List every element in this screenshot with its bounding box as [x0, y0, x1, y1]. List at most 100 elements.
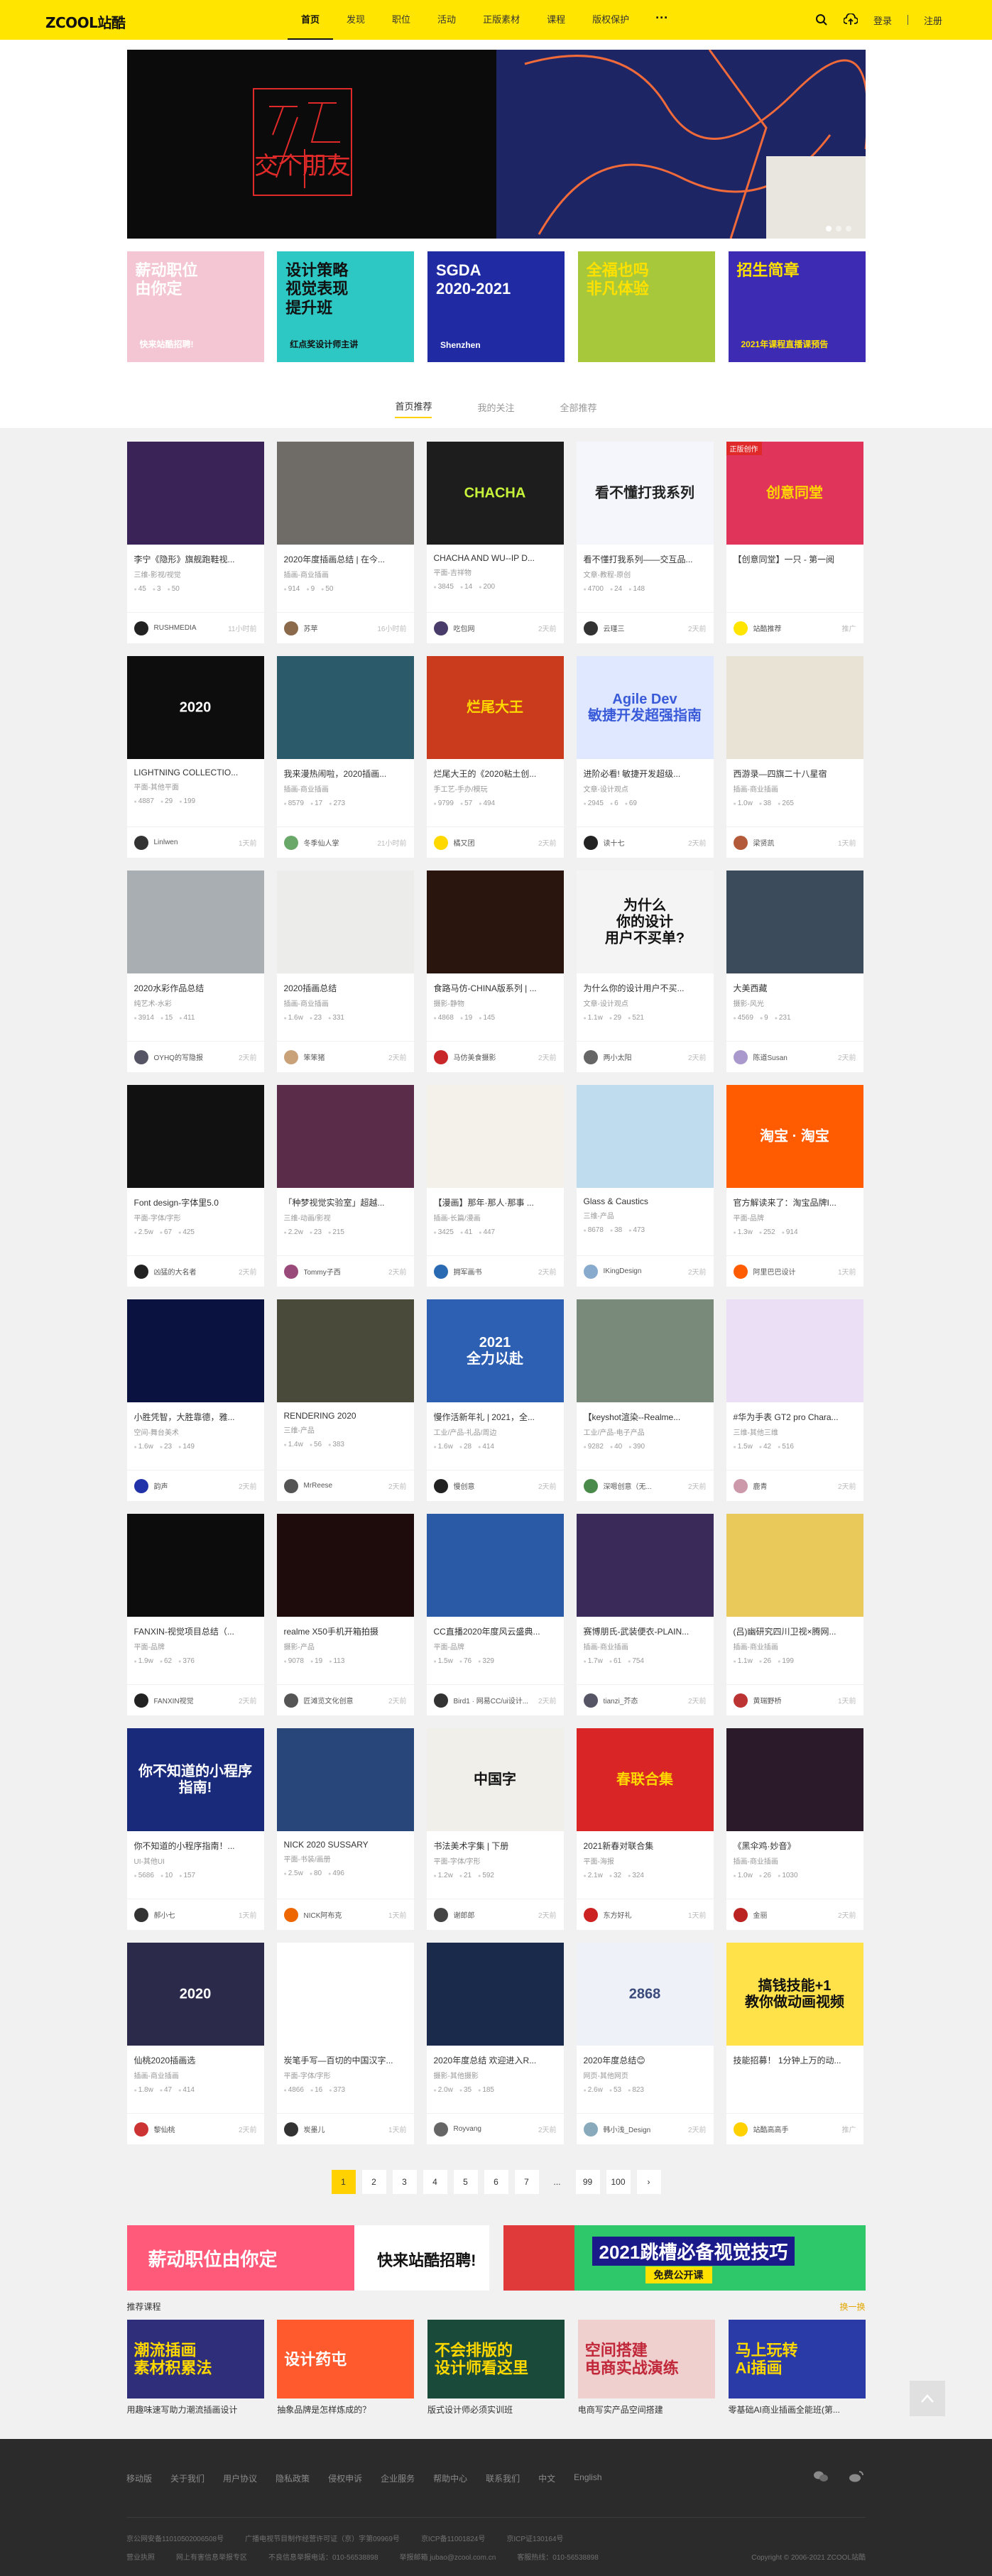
carousel-dot[interactable]	[845, 226, 851, 231]
page-button[interactable]: 4	[423, 2170, 447, 2194]
author-name[interactable]: 读十七	[604, 837, 688, 848]
avatar[interactable]	[583, 835, 598, 850]
course-card[interactable]: 马上玩转 Ai插画 零基础AI商业插画全能班(第...	[728, 2320, 866, 2416]
upload-icon[interactable]	[843, 13, 858, 26]
work-card[interactable]: 2020年度总结 欢迎进入R... 摄影-其他摄影 2.0w 35 185 Royvang…	[426, 1943, 564, 2144]
site-logo[interactable]: ZCOOL站酷	[45, 11, 126, 32]
nav-events[interactable]: 活动	[424, 0, 469, 40]
work-title[interactable]: 西游录—四旗二十八星宿	[726, 759, 863, 780]
work-title[interactable]: LIGHTNING COLLECTIO...	[127, 759, 264, 777]
work-title[interactable]: Font design-字体里5.0	[127, 1188, 264, 1208]
author-name[interactable]: 黎仙桃	[154, 2124, 239, 2134]
work-card[interactable]: 看不懂打我系列看不懂打我系列——交互品... 文章-教程-原创 4700 24 148 云…	[576, 442, 714, 643]
course-thumbnail[interactable]: 潮流插画 素材积累法	[126, 2320, 264, 2398]
footer-lang-en[interactable]: English	[574, 2472, 601, 2484]
author-name[interactable]: 深嗯创意（无...	[604, 1480, 688, 1491]
work-title[interactable]: 2020年度插画总结 | 在今...	[277, 545, 414, 565]
work-thumbnail[interactable]: 为什么 你的设计 用户不买单?	[576, 871, 714, 973]
avatar[interactable]	[733, 835, 748, 850]
work-thumbnail[interactable]: 2868	[576, 1943, 714, 2046]
work-card[interactable]: 烂尾大王烂尾大王的《2020粘土创... 手工艺-手办/模玩 9799 57 494 橘又…	[426, 656, 564, 858]
footer-business-license[interactable]: 营业执照	[126, 2551, 155, 2562]
author-name[interactable]: 笨笨猪	[304, 1052, 388, 1062]
avatar[interactable]	[433, 1693, 448, 1708]
avatar[interactable]	[133, 2122, 148, 2136]
work-thumbnail[interactable]: 正版创作 创意同堂	[726, 442, 863, 545]
avatar[interactable]	[583, 1693, 598, 1708]
author-name[interactable]: 韵声	[154, 1480, 239, 1491]
course-thumbnail[interactable]: 不会排版的 设计师看这里	[427, 2320, 565, 2398]
carousel-dot[interactable]	[835, 226, 841, 231]
footer-icp-record[interactable]: 京ICP备11001824号	[421, 2533, 485, 2543]
work-card[interactable]: 2020 LIGHTNING COLLECTIO... 平面-其他平面 4887 29 1…	[126, 656, 264, 858]
work-title[interactable]: 大美西藏	[726, 973, 863, 994]
avatar[interactable]	[133, 835, 148, 850]
footer-link-about[interactable]: 关于我们	[170, 2472, 205, 2484]
work-thumbnail[interactable]: 你不知道的小程序指南!	[126, 1728, 264, 1831]
work-thumbnail[interactable]	[276, 1728, 414, 1831]
work-thumbnail[interactable]: 烂尾大王	[426, 656, 564, 759]
avatar[interactable]	[433, 1907, 448, 1922]
work-title[interactable]: 看不懂打我系列——交互品...	[577, 545, 714, 565]
work-card[interactable]: 食路马仿-CHINA版系列 | ... 摄影-静物 4868 19 145 马仿美食摄影2…	[426, 871, 564, 1072]
work-card[interactable]: 大美西藏摄影-风光 4569 9 231 陈道Susan2天前	[726, 871, 863, 1072]
work-card[interactable]: 小胜凭智，大胜靠德，雅... 空间-舞台美术 1.6w 23 149 韵声2天前	[126, 1299, 264, 1501]
nav-courses[interactable]: 课程	[533, 0, 579, 40]
work-card[interactable]: 赛博朋氏-武装便衣-PLAIN... 插画-商业插画 1.7w 61 754 tianzi…	[576, 1514, 714, 1715]
register-link[interactable]: 注册	[924, 13, 942, 27]
work-title[interactable]: 2021新春对联合集	[577, 1831, 714, 1852]
promo-card[interactable]: 全福也吗 非凡体验	[577, 251, 715, 362]
work-thumbnail[interactable]: 2021 全力以赴	[426, 1299, 564, 1402]
work-thumbnail[interactable]: 中国字	[426, 1728, 564, 1831]
author-name[interactable]: 冬季仙人掌	[304, 837, 378, 848]
avatar[interactable]	[433, 1264, 448, 1279]
promo-card[interactable]: SGDA 2020-2021 Shenzhen	[427, 251, 565, 362]
work-thumbnail[interactable]	[576, 1299, 714, 1402]
course-banner[interactable]: 2021跳槽必备视觉技巧 免费公开课	[503, 2225, 866, 2291]
work-title[interactable]: 书法美术字集 | 下册	[427, 1831, 564, 1852]
author-name[interactable]: 韩小浅_Design	[604, 2124, 688, 2134]
work-card[interactable]: 「种梦视觉实验室」超越... 三维-动画/影视 2.2w 23 215 Tommy子西2天…	[276, 1085, 414, 1287]
work-card[interactable]: 西游录—四旗二十八星宿插画-商业插画 1.0w 38 265 梁贤凯1天前	[726, 656, 863, 858]
recruit-banner[interactable]: 薪动职位由你定 快来站酷招聘!	[126, 2225, 489, 2291]
avatar[interactable]	[583, 1907, 598, 1922]
avatar[interactable]	[133, 1264, 148, 1279]
avatar[interactable]	[433, 835, 448, 850]
avatar[interactable]	[583, 1049, 598, 1064]
work-title[interactable]: 【漫画】那年·那人·那事 ...	[427, 1188, 564, 1208]
avatar[interactable]	[283, 1907, 298, 1922]
avatar[interactable]	[133, 621, 148, 635]
work-thumbnail[interactable]	[276, 1085, 414, 1188]
avatar[interactable]	[733, 1907, 748, 1922]
course-title[interactable]: 零基础AI商业插画全能班(第...	[729, 2403, 866, 2416]
work-thumbnail[interactable]	[726, 1299, 863, 1402]
work-title[interactable]: 为什么你的设计用户不买...	[577, 973, 714, 994]
work-thumbnail[interactable]: 搞钱技能+1 教你做动画视频	[726, 1943, 863, 2046]
page-button[interactable]: 6	[484, 2170, 508, 2194]
avatar[interactable]	[583, 1264, 598, 1279]
work-thumbnail[interactable]: 春联合集	[576, 1728, 714, 1831]
work-thumbnail[interactable]	[276, 871, 414, 973]
work-title[interactable]: 慢作活新年礼 | 2021，全...	[427, 1402, 564, 1423]
work-card[interactable]: 2020水彩作品总结纯艺术-水彩 3914 15 411 OYHQ的写隐报2天前	[126, 871, 264, 1072]
course-title[interactable]: 电商写实产品空间搭建	[578, 2403, 715, 2416]
work-title[interactable]: #华为手表 GT2 pro Chara...	[726, 1402, 863, 1423]
footer-icp-license[interactable]: 京ICP证130164号	[506, 2533, 563, 2543]
work-thumbnail[interactable]: 2020	[126, 1943, 264, 2046]
avatar[interactable]	[583, 2122, 598, 2136]
work-thumbnail[interactable]	[726, 871, 863, 973]
work-thumbnail[interactable]: 淘宝 · 淘宝	[726, 1085, 863, 1188]
work-card[interactable]: Glass & Caustics 三维-产品 8678 38 473 IKingDesig…	[576, 1085, 714, 1287]
work-card[interactable]: #华为手表 GT2 pro Chara... 三维-其他三维 1.5w 42 516 鹿青…	[726, 1299, 863, 1501]
avatar[interactable]	[733, 1049, 748, 1064]
avatar[interactable]	[283, 1264, 298, 1279]
work-title[interactable]: 仙桃2020插画选	[127, 2046, 264, 2066]
author-name[interactable]: Bird1 · 网易CC/ui设计...	[454, 1695, 538, 1705]
footer-link-terms[interactable]: 用户协议	[223, 2472, 257, 2484]
avatar[interactable]	[733, 2122, 748, 2136]
author-name[interactable]: 阿里巴巴设计	[753, 1266, 838, 1277]
work-title[interactable]: 2020水彩作品总结	[127, 973, 264, 994]
course-title[interactable]: 用趣味速写助力潮流插画设计	[127, 2403, 264, 2416]
work-title[interactable]: 进阶必看! 敏捷开发超级...	[577, 759, 714, 780]
work-card[interactable]: 正版创作 创意同堂 【创意同堂】一只 - 第一阅 站酷推荐 推广	[726, 442, 863, 643]
